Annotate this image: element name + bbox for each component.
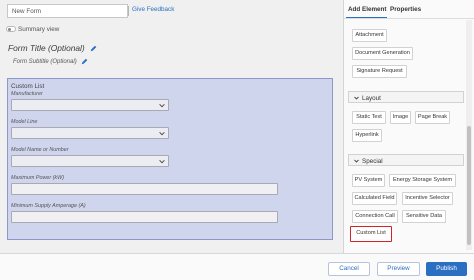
element-attachment[interactable]: Attachment	[352, 29, 387, 42]
section-layout-header[interactable]: Layout	[348, 91, 464, 103]
element-panel: Add Element Properties Attachment Docume…	[343, 0, 474, 253]
field-label: Model Line	[11, 119, 38, 125]
action-bar: Cancel Preview Publish	[0, 253, 474, 280]
element-custom-list[interactable]: Custom List	[350, 226, 392, 242]
form-subtitle-text: Form Subtitle (Optional)	[13, 59, 77, 66]
element-static-text[interactable]: Static Text	[352, 111, 386, 124]
edit-pencil-icon[interactable]	[81, 58, 88, 65]
model-name-select[interactable]	[11, 155, 169, 167]
publish-button[interactable]: Publish	[426, 262, 467, 276]
tabs-divider	[344, 18, 474, 19]
element-pv-system[interactable]: PV System	[352, 174, 385, 187]
panel-scrollbar-thumb[interactable]	[467, 126, 471, 245]
section-layout-label: Layout	[362, 94, 381, 102]
form-subtitle[interactable]: Form Subtitle (Optional)	[13, 58, 88, 65]
element-document-generation[interactable]: Document Generation	[352, 47, 413, 60]
element-incentive-selector[interactable]: Incentive Selector	[402, 192, 453, 205]
chevron-down-icon	[159, 159, 165, 164]
edit-pencil-icon[interactable]	[90, 45, 97, 52]
form-canvas: New Form Give Feedback Summary view Form…	[0, 0, 342, 253]
section-special-header[interactable]: Special	[348, 154, 464, 166]
preview-button[interactable]: Preview	[377, 262, 420, 276]
custom-list-title: Custom List	[11, 83, 45, 90]
form-title-text: Form Title (Optional)	[8, 43, 85, 53]
tab-add-element[interactable]: Add Element	[348, 6, 387, 13]
form-title[interactable]: Form Title (Optional)	[8, 43, 97, 53]
element-image[interactable]: Image	[390, 111, 411, 124]
element-page-break[interactable]: Page Break	[415, 111, 450, 124]
chevron-down-icon	[354, 96, 359, 100]
summary-view-toggle[interactable]	[6, 26, 16, 32]
section-special-label: Special	[362, 157, 383, 165]
element-energy-storage-system[interactable]: Energy Storage System	[389, 174, 456, 187]
form-builder: New Form Give Feedback Summary view Form…	[0, 0, 474, 280]
tab-properties[interactable]: Properties	[390, 6, 421, 13]
toggle-knob	[8, 28, 11, 31]
form-name-input[interactable]: New Form	[7, 4, 128, 18]
element-signature-request[interactable]: Signature Request	[352, 65, 407, 78]
field-label: Maximum Power (kW)	[11, 175, 65, 181]
field-label: Minimum Supply Amperage (A)	[11, 203, 86, 209]
manufacturer-select[interactable]	[11, 99, 169, 111]
element-hyperlink[interactable]: Hyperlink	[352, 129, 382, 142]
header-divider	[128, 6, 129, 16]
element-connection-call[interactable]: Connection Call	[352, 210, 398, 223]
model-line-select[interactable]	[11, 127, 169, 139]
element-calculated-field[interactable]: Calculated Field	[352, 192, 397, 205]
cancel-button[interactable]: Cancel	[328, 262, 370, 276]
give-feedback-link[interactable]: Give Feedback	[132, 6, 174, 13]
chevron-down-icon	[159, 131, 165, 136]
element-sensitive-data[interactable]: Sensitive Data	[402, 210, 446, 223]
custom-list-element[interactable]: Custom List Manufacturer Model Line Mode…	[7, 78, 333, 240]
summary-view-label: Summary view	[18, 25, 60, 33]
minimum-supply-amperage-input[interactable]	[11, 211, 278, 223]
field-label: Model Name or Number	[11, 147, 69, 153]
chevron-down-icon	[354, 159, 359, 163]
field-label: Manufacturer	[11, 91, 43, 97]
chevron-down-icon	[159, 103, 165, 108]
maximum-power-input[interactable]	[11, 183, 278, 195]
